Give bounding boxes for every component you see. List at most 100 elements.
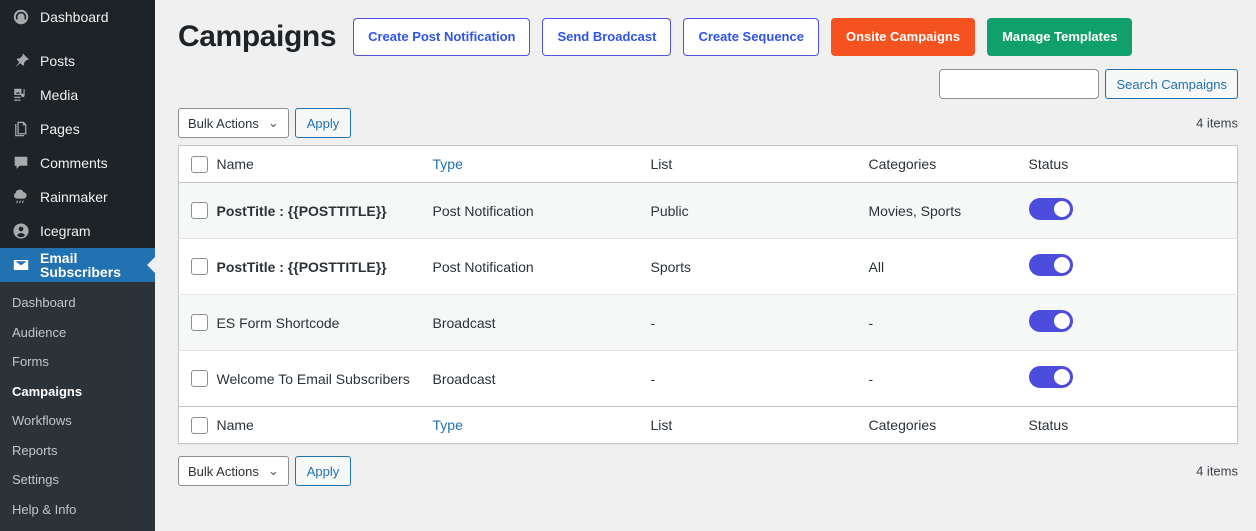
submenu-item-settings[interactable]: Settings [0, 465, 155, 495]
onsite-campaigns-button[interactable]: Onsite Campaigns [830, 18, 976, 56]
submenu-item-help-and-info[interactable]: Help & Info [0, 495, 155, 525]
sidebar-item-label: Dashboard [40, 9, 109, 25]
table-foot: Name Type List Categories Status [178, 406, 1238, 444]
status-toggle[interactable] [1028, 366, 1073, 388]
row-name-cell: Welcome To Email Subscribers [216, 350, 433, 407]
select-all-footer [178, 406, 217, 444]
manage-templates-button[interactable]: Manage Templates [987, 18, 1133, 56]
bulk-actions-select-top[interactable]: Bulk Actions ⌄ [178, 108, 289, 138]
column-header-categories: Categories [868, 145, 1029, 183]
row-categories-cell: All [868, 238, 1029, 295]
row-list-cell: Public [650, 182, 869, 239]
sidebar-item-pages[interactable]: Pages [0, 112, 155, 146]
pin-icon [11, 51, 31, 71]
pages-icon [11, 119, 31, 139]
items-count-bottom: 4 items [1196, 463, 1238, 479]
table-row[interactable]: PostTitle : {{POSTTITLE}} Post Notificat… [178, 182, 1238, 239]
sidebar-divider [0, 34, 155, 44]
submenu-item-dashboard[interactable]: Dashboard [0, 288, 155, 318]
submenu-item-reports[interactable]: Reports [0, 436, 155, 466]
sidebar-item-comments[interactable]: Comments [0, 146, 155, 180]
send-broadcast-button[interactable]: Send Broadcast [542, 18, 672, 56]
table-row[interactable]: ES Form Shortcode Broadcast - - [178, 294, 1238, 351]
column-header-name: Name [216, 145, 433, 183]
table-row[interactable]: Welcome To Email Subscribers Broadcast -… [178, 350, 1238, 407]
select-all-checkbox-bottom[interactable] [191, 416, 208, 434]
row-type-cell: Post Notification [432, 182, 651, 239]
sidebar-item-label: Icegram [40, 223, 91, 239]
sidebar-item-label: Posts [40, 53, 76, 69]
column-footer-categories: Categories [868, 406, 1029, 444]
email-subscribers-submenu: Dashboard Audience Forms Campaigns Workf… [0, 282, 155, 531]
column-header-status: Status [1028, 145, 1238, 183]
apply-button-top[interactable]: Apply [294, 108, 352, 138]
campaign-name-link[interactable]: PostTitle : {{POSTTITLE}} [217, 259, 387, 275]
table-body: PostTitle : {{POSTTITLE}} Post Notificat… [178, 182, 1238, 407]
media-icon [11, 85, 31, 105]
status-toggle[interactable] [1028, 310, 1073, 332]
column-footer-type-link[interactable]: Type [433, 417, 463, 433]
row-checkbox[interactable] [191, 314, 208, 332]
row-checkbox-cell [178, 182, 217, 239]
column-footer-type[interactable]: Type [432, 406, 651, 444]
row-categories-cell: Movies, Sports [868, 182, 1029, 239]
submenu-item-workflows[interactable]: Workflows [0, 406, 155, 436]
row-name-cell: PostTitle : {{POSTTITLE}} [216, 238, 433, 295]
sidebar-item-label: Email Subscribers [40, 250, 121, 280]
page-header: Campaigns Create Post Notification Send … [178, 0, 1238, 56]
toggle-knob-icon [1053, 257, 1070, 273]
sidebar-item-rainmaker[interactable]: Rainmaker [0, 180, 155, 214]
toggle-knob-icon [1053, 313, 1070, 329]
table-row[interactable]: PostTitle : {{POSTTITLE}} Post Notificat… [178, 238, 1238, 295]
row-list-cell: Sports [650, 238, 869, 295]
column-header-type-link[interactable]: Type [433, 156, 463, 172]
chevron-down-icon: ⌄ [267, 463, 279, 478]
create-sequence-button[interactable]: Create Sequence [683, 18, 819, 56]
sidebar-item-icegram[interactable]: Icegram [0, 214, 155, 248]
bulk-actions-label: Bulk Actions [188, 115, 259, 131]
tablenav-top: Bulk Actions ⌄ Apply 4 items [178, 107, 1238, 139]
create-post-notification-button[interactable]: Create Post Notification [353, 18, 531, 56]
campaign-name-link[interactable]: PostTitle : {{POSTTITLE}} [217, 203, 387, 219]
sidebar-item-dashboard[interactable]: Dashboard [0, 0, 155, 34]
row-checkbox[interactable] [191, 202, 208, 220]
toggle-knob-icon [1053, 201, 1070, 217]
envelope-icon [11, 255, 31, 275]
submenu-item-audience[interactable]: Audience [0, 318, 155, 348]
row-status-cell [1028, 350, 1238, 407]
row-checkbox[interactable] [191, 258, 208, 276]
toggle-knob-icon [1053, 369, 1070, 385]
apply-button-bottom[interactable]: Apply [294, 456, 352, 486]
campaign-name-link[interactable]: ES Form Shortcode [217, 315, 340, 331]
search-campaigns-button[interactable]: Search Campaigns [1105, 69, 1238, 99]
row-status-cell [1028, 238, 1238, 295]
row-checkbox-cell [178, 350, 217, 407]
status-toggle[interactable] [1028, 198, 1073, 220]
select-all-checkbox-top[interactable] [191, 155, 208, 173]
sidebar-item-label: Rainmaker [40, 189, 108, 205]
row-type-cell: Broadcast [432, 294, 651, 351]
items-count-top: 4 items [1196, 115, 1238, 131]
submenu-item-forms[interactable]: Forms [0, 347, 155, 377]
cloud-rain-icon [11, 187, 31, 207]
submenu-item-campaigns[interactable]: Campaigns [0, 377, 155, 407]
user-circle-icon [11, 221, 31, 241]
column-footer-name: Name [216, 406, 433, 444]
sidebar-item-email-subscribers[interactable]: Email Subscribers [0, 248, 155, 282]
bulk-actions-select-bottom[interactable]: Bulk Actions ⌄ [178, 456, 289, 486]
row-name-cell: PostTitle : {{POSTTITLE}} [216, 182, 433, 239]
row-categories-cell: - [868, 350, 1029, 407]
row-checkbox-cell [178, 238, 217, 295]
sidebar-item-media[interactable]: Media [0, 78, 155, 112]
search-input[interactable] [939, 69, 1100, 99]
row-status-cell [1028, 294, 1238, 351]
wordpress-admin-screen: Dashboard Posts Media Pages Comments Rai… [0, 0, 1256, 531]
row-type-cell: Post Notification [432, 238, 651, 295]
column-header-type[interactable]: Type [432, 145, 651, 183]
sidebar-item-posts[interactable]: Posts [0, 44, 155, 78]
dashboard-icon [11, 7, 31, 27]
column-footer-status: Status [1028, 406, 1238, 444]
status-toggle[interactable] [1028, 254, 1073, 276]
campaign-name-link[interactable]: Welcome To Email Subscribers [217, 371, 410, 387]
row-checkbox[interactable] [191, 370, 208, 388]
